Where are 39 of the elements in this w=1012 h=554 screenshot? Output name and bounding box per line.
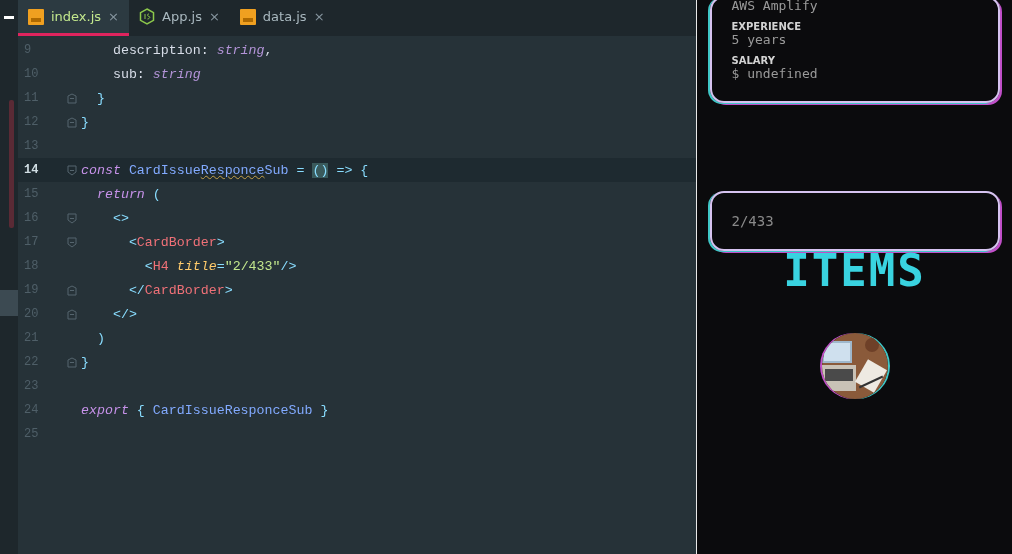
code-line: </> [111,306,137,322]
code-line: return ( [95,186,161,202]
code-line: } [81,114,89,130]
unfold-icon[interactable] [66,356,77,368]
code-line: const CardIssueResponceSub = () => { [81,162,369,178]
code-line: description: string, [111,42,273,58]
code-line: export { CardIssueResponceSub } [81,402,329,418]
fold-icon[interactable] [66,164,77,176]
code-line: </CardBorder> [127,282,233,298]
unfold-icon[interactable] [66,284,77,296]
counter-text: 2/433 [731,213,775,229]
close-icon[interactable]: × [208,9,220,24]
file-tab[interactable]: index.js × [18,0,129,36]
field-label: SALARY [731,55,776,66]
file-tab[interactable]: data.js × [229,0,335,36]
code-line: <CardBorder> [127,234,225,250]
code-line: <H4 title="2/433"/> [143,258,297,274]
items-heading: ITEMS [783,251,926,291]
js-file-icon [28,8,44,25]
fold-icon[interactable] [66,212,77,224]
hexagon-icon [139,8,155,25]
field-label: EXPERIENCE [731,21,802,32]
field-value: 5 years [731,32,788,47]
fold-icon[interactable] [66,236,77,248]
field-value: AWS Amplify [731,0,819,13]
unfold-icon[interactable] [66,308,77,320]
unfold-icon[interactable] [66,92,77,104]
code-line: ) [95,330,105,346]
line-number: 14 [23,163,40,177]
js-file-icon [239,8,256,25]
code-line: } [81,354,89,370]
file-tab[interactable]: App.js × [129,0,230,36]
code-line: <> [111,210,129,226]
close-icon[interactable]: × [108,9,119,24]
code-line: sub: string [111,66,201,82]
close-icon[interactable]: × [313,9,325,24]
code-line: } [95,90,105,106]
unfold-icon[interactable] [66,116,77,128]
field-value: $ undefined [731,66,819,81]
